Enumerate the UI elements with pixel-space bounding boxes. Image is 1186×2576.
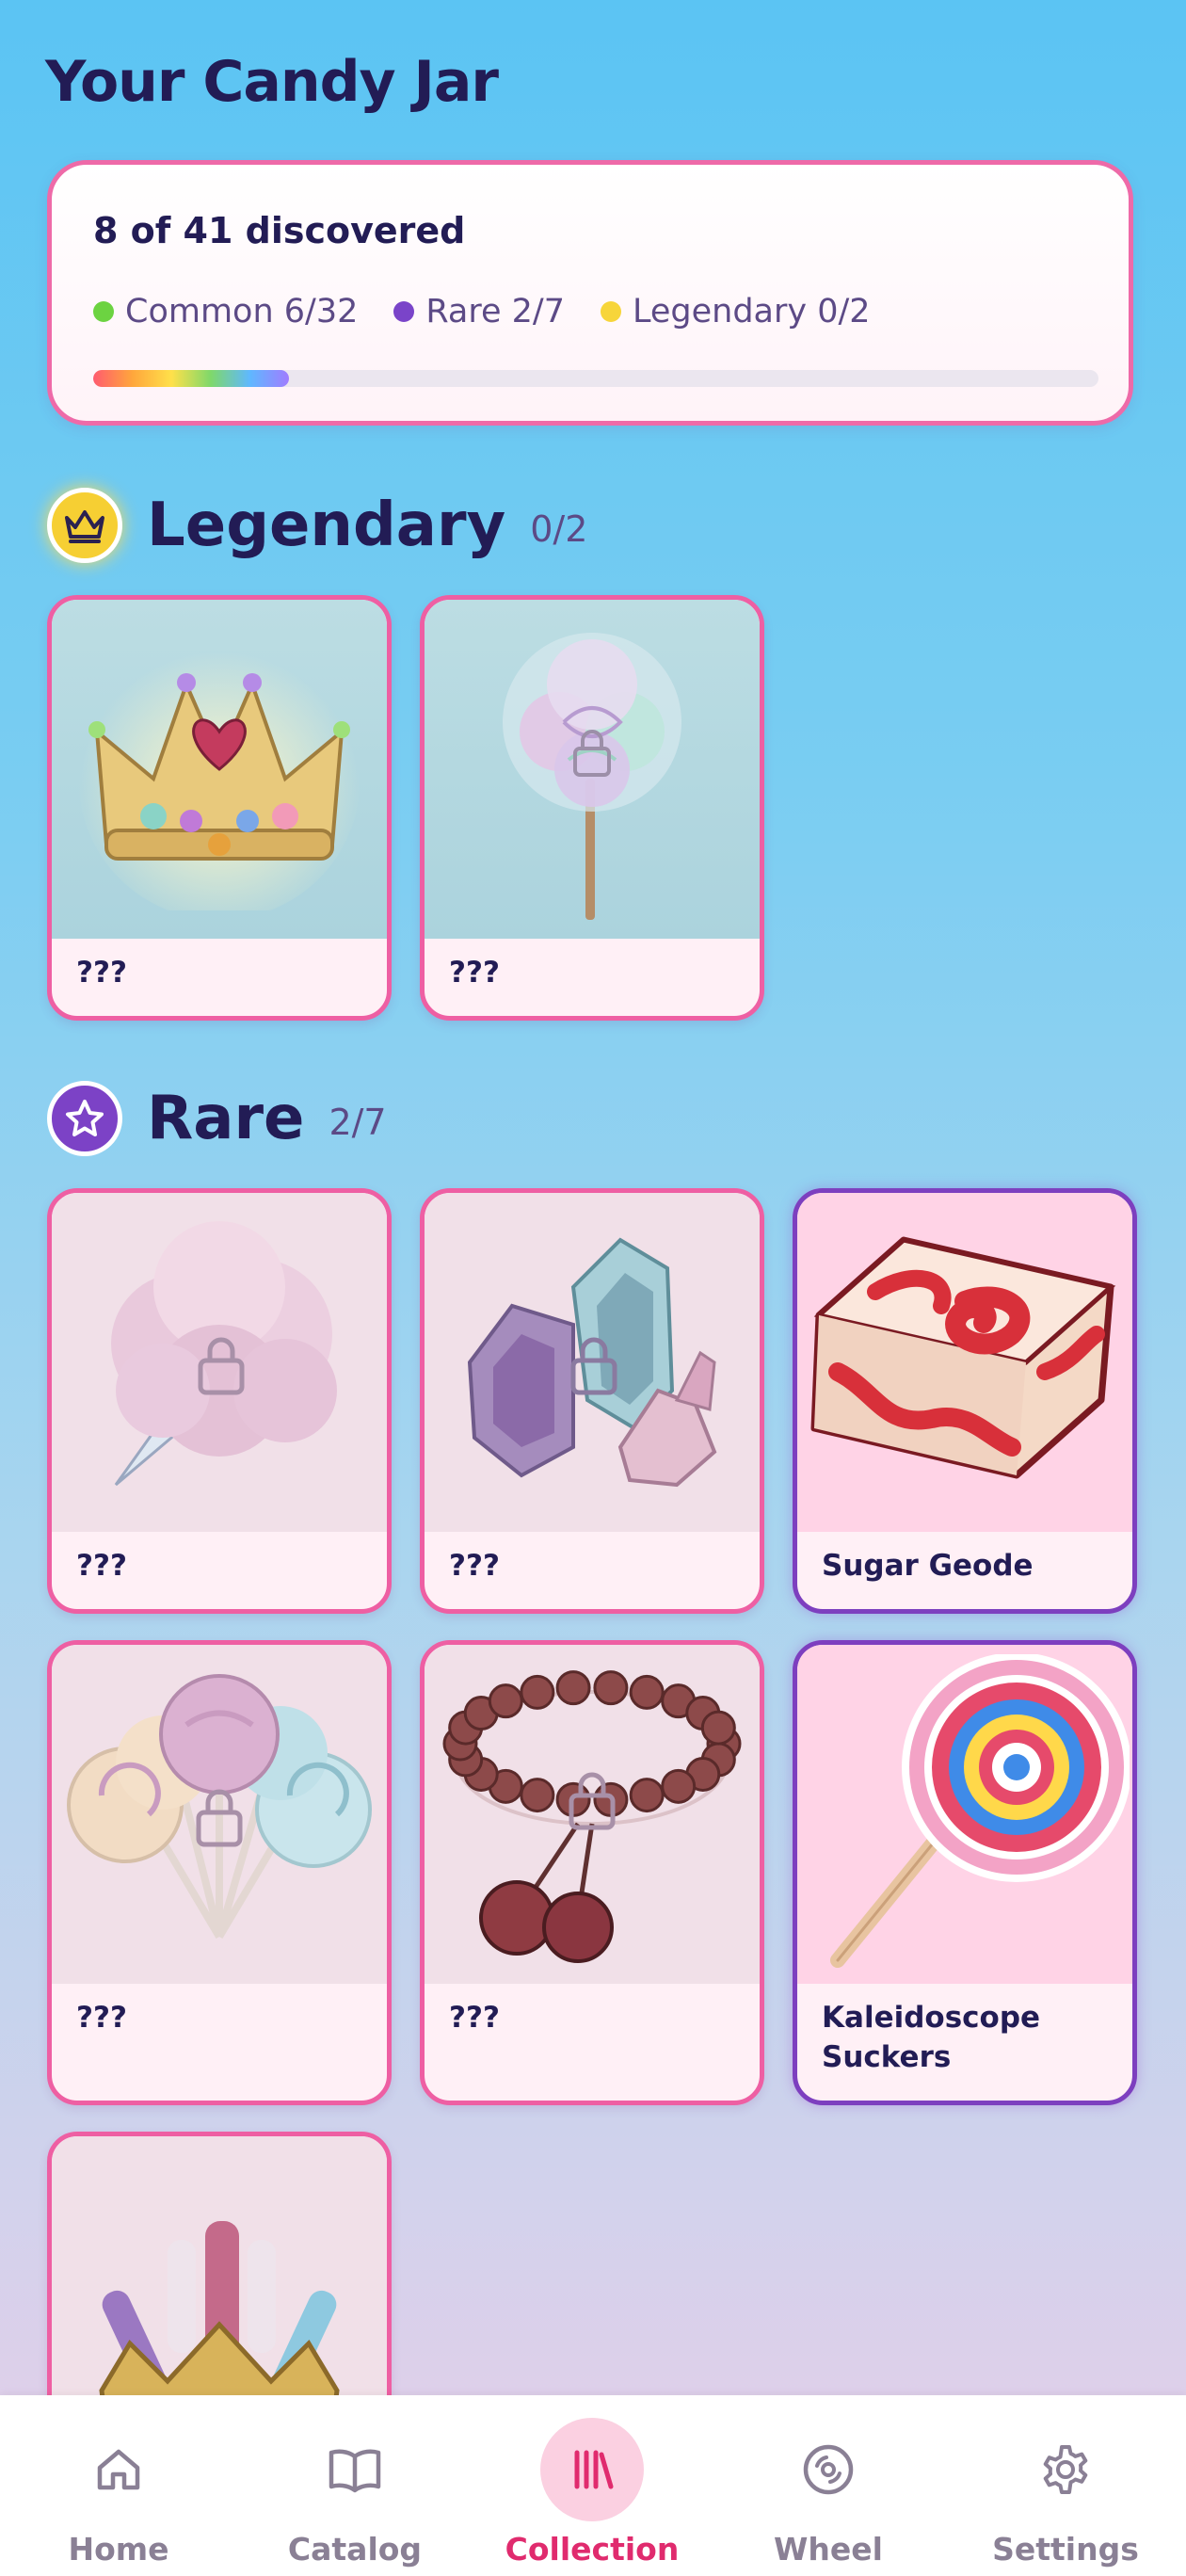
candy-card-label: Kaleidoscope Suckers bbox=[822, 2001, 1041, 2074]
legend-common-label: Common 6/32 bbox=[125, 293, 359, 330]
bracelet-bead bbox=[700, 1710, 736, 1746]
bracelet-bead bbox=[488, 1683, 523, 1719]
book-icon bbox=[303, 2418, 407, 2521]
nav-home-label: Home bbox=[68, 2531, 169, 2568]
candy-card-label: ??? bbox=[449, 2001, 500, 2035]
bracelet-bead bbox=[661, 1768, 697, 1804]
bracelet-bead bbox=[593, 1670, 629, 1706]
crown-icon bbox=[47, 488, 122, 563]
discovery-progress-bar bbox=[93, 370, 1098, 387]
legendary-section-count: 0/2 bbox=[530, 508, 588, 550]
rare-section-header: Rare 2/7 bbox=[47, 1081, 387, 1156]
candy-card-legendary-2[interactable]: ??? bbox=[420, 595, 764, 1021]
candy-card-rare-6[interactable]: Kaleidoscope Suckers bbox=[793, 1640, 1137, 2105]
nav-collection-label: Collection bbox=[505, 2531, 680, 2568]
bracelet-bead bbox=[629, 1778, 665, 1813]
library-icon bbox=[540, 2418, 644, 2521]
candy-card-label: Sugar Geode bbox=[822, 1549, 1034, 1583]
cotton-candy-cloud-icon bbox=[52, 1193, 387, 1532]
rainbow-lollipop-icon bbox=[797, 1645, 1132, 1984]
candy-card-label: ??? bbox=[449, 956, 500, 990]
nav-catalog-label: Catalog bbox=[287, 2531, 423, 2568]
candy-card-label: ??? bbox=[76, 956, 127, 990]
star-icon bbox=[47, 1081, 122, 1156]
legend-legendary-label: Legendary 0/2 bbox=[632, 293, 871, 330]
nav-catalog[interactable]: Catalog bbox=[261, 2395, 449, 2576]
rare-section-title: Rare bbox=[147, 1084, 305, 1153]
wheel-icon bbox=[777, 2418, 880, 2521]
discovery-progress-fill bbox=[93, 370, 290, 387]
legend-rare: Rare 2/7 bbox=[393, 293, 565, 330]
bracelet-bead bbox=[520, 1674, 555, 1710]
crystal-geodes-icon bbox=[425, 1193, 760, 1532]
legendary-section-title: Legendary bbox=[147, 491, 506, 560]
home-icon bbox=[67, 2418, 170, 2521]
common-dot-icon bbox=[93, 301, 114, 322]
bracelet-bead bbox=[520, 1778, 555, 1813]
collection-summary-card: 8 of 41 discovered Common 6/32 Rare 2/7 … bbox=[47, 160, 1133, 426]
nav-collection[interactable]: Collection bbox=[498, 2395, 686, 2576]
gear-icon bbox=[1014, 2418, 1117, 2521]
candy-card-rare-3[interactable]: Sugar Geode bbox=[793, 1188, 1137, 1614]
tier-legend: Common 6/32 Rare 2/7 Legendary 0/2 bbox=[93, 293, 871, 330]
candy-card-legendary-1[interactable]: ??? bbox=[47, 595, 392, 1021]
bracelet-bead bbox=[555, 1670, 591, 1706]
rare-dot-icon bbox=[393, 301, 415, 322]
lollipop-bouquet-icon bbox=[52, 1645, 387, 1984]
legendary-dot-icon bbox=[600, 301, 621, 322]
rare-section-count: 2/7 bbox=[329, 1102, 387, 1143]
bottom-nav: Home Catalog Collection Wheel Settings bbox=[0, 2395, 1186, 2576]
bracelet-bead bbox=[629, 1674, 665, 1710]
candy-card-label: ??? bbox=[76, 2001, 127, 2035]
candy-card-rare-4[interactable]: ??? bbox=[47, 1640, 392, 2105]
nav-home[interactable]: Home bbox=[24, 2395, 213, 2576]
nav-settings-label: Settings bbox=[992, 2531, 1139, 2568]
candy-card-rare-5[interactable]: ??? bbox=[420, 1640, 764, 2105]
nav-settings[interactable]: Settings bbox=[971, 2395, 1160, 2576]
swirl-cotton-candy-icon bbox=[425, 600, 760, 939]
candy-card-label: ??? bbox=[449, 1549, 500, 1583]
candy-card-rare-1[interactable]: ??? bbox=[47, 1188, 392, 1614]
candy-bead-bracelet-icon bbox=[425, 1645, 760, 1984]
candy-card-label: ??? bbox=[76, 1549, 127, 1583]
nav-wheel[interactable]: Wheel bbox=[734, 2395, 922, 2576]
legend-rare-label: Rare 2/7 bbox=[425, 293, 565, 330]
legend-legendary: Legendary 0/2 bbox=[600, 293, 871, 330]
candy-card-rare-2[interactable]: ??? bbox=[420, 1188, 764, 1614]
swirl-taffy-cube-icon bbox=[797, 1193, 1132, 1532]
legendary-section-header: Legendary 0/2 bbox=[47, 488, 587, 563]
nav-wheel-label: Wheel bbox=[774, 2531, 883, 2568]
legend-common: Common 6/32 bbox=[93, 293, 358, 330]
page-title: Your Candy Jar bbox=[45, 49, 499, 115]
discovered-count: 8 of 41 discovered bbox=[93, 210, 466, 251]
jeweled-crown-icon bbox=[52, 600, 387, 939]
